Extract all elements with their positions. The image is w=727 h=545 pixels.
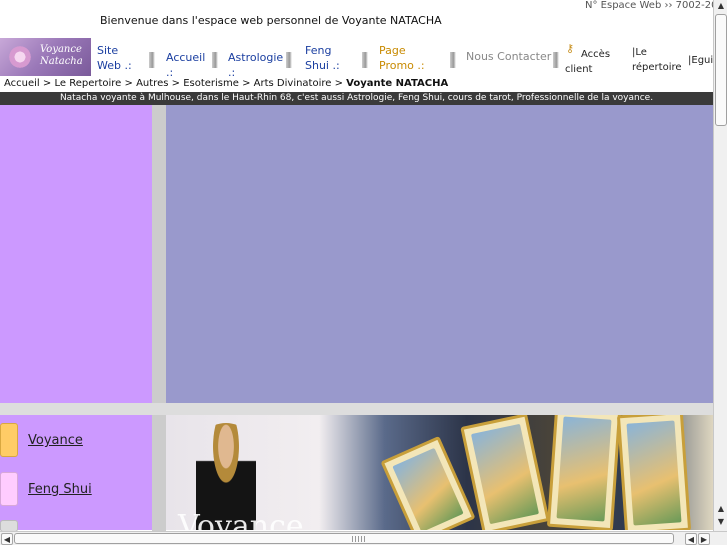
nav-separator bbox=[553, 52, 559, 68]
scroll-up-icon[interactable]: ▲ bbox=[715, 0, 727, 12]
left-panel bbox=[0, 105, 152, 403]
logo-line-2: Natacha bbox=[40, 56, 83, 67]
breadcrumb-separator: > bbox=[168, 78, 184, 89]
nav-le-repertoire[interactable]: |Le répertoire bbox=[632, 45, 682, 75]
nav-page-promo-line1: Page bbox=[379, 44, 406, 57]
tarot-card bbox=[616, 415, 692, 530]
nav-acces-client[interactable]: Accès client bbox=[565, 47, 610, 77]
nav-astrologie-line1: Astrologie bbox=[228, 51, 284, 64]
nav-accueil[interactable]: Accueil .: bbox=[166, 50, 205, 80]
horizontal-scrollbar[interactable]: ◀ ◀ ▶ bbox=[0, 531, 727, 545]
nav-site-web-line1: Site bbox=[97, 44, 119, 57]
vertical-scrollbar[interactable]: ▲ ▲ ▼ bbox=[713, 0, 727, 531]
welcome-text: Bienvenue dans l'espace web personnel de… bbox=[100, 14, 442, 27]
tagline-bar: Natacha voyante à Mulhouse, dans le Haut… bbox=[0, 92, 713, 105]
tarot-card bbox=[380, 435, 476, 530]
breadcrumb-current: Voyante NATACHA bbox=[346, 78, 449, 89]
nav-site-web-line2: Web .: bbox=[97, 59, 132, 72]
breadcrumb-separator: > bbox=[238, 78, 254, 89]
breadcrumb-accueil[interactable]: Accueil bbox=[4, 78, 40, 89]
nav-separator bbox=[286, 52, 292, 68]
nav-feng-shui[interactable]: Feng Shui .: bbox=[305, 43, 340, 73]
nav-page-promo[interactable]: Page Promo .: bbox=[379, 43, 425, 73]
nav-separator bbox=[362, 52, 368, 68]
nav-site-web[interactable]: Site Web .: bbox=[97, 43, 132, 73]
nav-feng-shui-line1: Feng bbox=[305, 44, 332, 57]
nav-accueil-line1: Accueil bbox=[166, 51, 206, 64]
nav-separator bbox=[450, 52, 456, 68]
espace-web-number: N° Espace Web ›› 7002-207 bbox=[585, 0, 724, 11]
nav-page-promo-line2: Promo .: bbox=[379, 59, 425, 72]
feng-shui-tab-marker bbox=[0, 472, 18, 506]
column-divider bbox=[152, 105, 166, 545]
flower-icon bbox=[6, 46, 34, 68]
top-navigation: Voyance Natacha Site Web .: Accueil .: A… bbox=[0, 38, 713, 79]
breadcrumb-arts-divinatoire[interactable]: Arts Divinatoire bbox=[254, 78, 332, 89]
nav-nous-contacter[interactable]: Nous Contacter bbox=[466, 49, 551, 64]
nav-eguide[interactable]: |Eguid bbox=[688, 53, 713, 68]
nav-acces-client-line2: client bbox=[565, 64, 593, 75]
scroll-left-icon[interactable]: ◀ bbox=[1, 533, 13, 545]
side-menu-voyance[interactable]: Voyance bbox=[28, 433, 83, 448]
scroll-grip bbox=[352, 536, 366, 542]
site-logo[interactable]: Voyance Natacha bbox=[0, 38, 91, 76]
voyance-tab-marker bbox=[0, 423, 18, 457]
section-divider bbox=[0, 403, 713, 415]
scroll-down-icon[interactable]: ▼ bbox=[715, 516, 727, 528]
breadcrumb-esoterisme[interactable]: Esoterisme bbox=[183, 78, 239, 89]
breadcrumb-separator: > bbox=[121, 78, 137, 89]
breadcrumb-autres[interactable]: Autres bbox=[136, 78, 168, 89]
nav-acces-client-line1: Accès bbox=[581, 49, 611, 60]
scroll-right-icon[interactable]: ▶ bbox=[698, 533, 710, 545]
horizontal-scroll-thumb[interactable] bbox=[14, 533, 674, 544]
nav-separator bbox=[212, 52, 218, 68]
scroll-up-icon[interactable]: ▲ bbox=[715, 503, 727, 515]
breadcrumb-le-repertoire[interactable]: Le Repertoire bbox=[54, 78, 121, 89]
tarot-card bbox=[546, 415, 622, 530]
nav-separator bbox=[149, 52, 155, 68]
breadcrumb-separator: > bbox=[331, 78, 347, 89]
scroll-left-icon[interactable]: ◀ bbox=[685, 533, 697, 545]
nav-astrologie[interactable]: Astrologie .: bbox=[228, 50, 283, 80]
nav-feng-shui-line2: Shui .: bbox=[305, 59, 340, 72]
banner-title: Voyance bbox=[178, 509, 304, 530]
side-menu-feng-shui[interactable]: Feng Shui bbox=[28, 482, 92, 497]
main-content-area bbox=[166, 105, 713, 403]
nav-le-repertoire-line1: |Le bbox=[632, 47, 647, 58]
breadcrumb: Accueil > Le Repertoire > Autres > Esote… bbox=[4, 78, 448, 89]
nav-le-repertoire-line2: répertoire bbox=[632, 62, 682, 73]
vertical-scroll-thumb[interactable] bbox=[715, 14, 727, 126]
tarot-banner-image: Voyance bbox=[166, 415, 713, 530]
breadcrumb-separator: > bbox=[39, 78, 55, 89]
side-menu: Voyance Feng Shui bbox=[0, 415, 152, 532]
tarot-card bbox=[460, 415, 550, 530]
logo-line-1: Voyance bbox=[40, 44, 82, 55]
